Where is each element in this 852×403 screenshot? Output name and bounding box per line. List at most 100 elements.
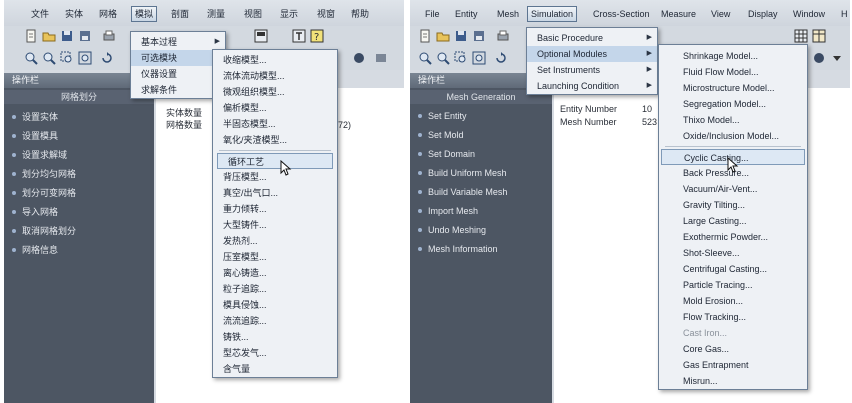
menu-window[interactable]: Window (790, 7, 828, 21)
module-item-gas-entrapment[interactable]: Gas Entrapment (659, 357, 807, 373)
module-item[interactable]: 粒子追踪... (213, 281, 337, 297)
menu-item-launching-condition[interactable]: 求解条件▶ (131, 82, 225, 98)
menu-simulation[interactable]: Simulation (527, 6, 578, 22)
module-item[interactable]: 压室模型... (213, 249, 337, 265)
menu-mesh[interactable]: Mesh (494, 7, 522, 21)
module-item-exothermic-powder[interactable]: Exothermic Powder... (659, 229, 807, 245)
module-item-fluid-flow[interactable]: Fluid Flow Model... (659, 64, 807, 80)
menu-display[interactable]: 显示 (277, 7, 301, 21)
menu-window[interactable]: 视窗 (314, 7, 338, 21)
sidebar-item-import-mesh[interactable]: Import Mesh (410, 203, 560, 219)
module-item-large-casting[interactable]: Large Casting... (659, 213, 807, 229)
menu-item-optional-modules[interactable]: 可选模块▶ (131, 50, 225, 66)
module-item-particle-tracing[interactable]: Particle Tracing... (659, 277, 807, 293)
module-item[interactable]: 流流追踪... (213, 313, 337, 329)
print-icon[interactable] (496, 29, 510, 43)
sidebar-item-uniform-mesh[interactable]: 划分均匀网格 (4, 166, 154, 182)
zoom-out-icon[interactable] (436, 51, 450, 65)
menu-item-basic-procedure[interactable]: Basic Procedure ▶ (527, 30, 657, 46)
sidebar-item-set-mold[interactable]: 设置模具 (4, 128, 154, 144)
open-folder-icon[interactable] (42, 29, 56, 43)
module-item[interactable]: 氧化/夹渣模型... (213, 132, 337, 148)
sidebar-item-variable-mesh[interactable]: 划分可变网格 (4, 185, 154, 201)
module-item-thixo[interactable]: Thixo Model... (659, 112, 807, 128)
zoom-out-icon[interactable] (42, 51, 56, 65)
zoom-in-icon[interactable] (24, 51, 38, 65)
module-item-microstructure[interactable]: Microstructure Model... (659, 80, 807, 96)
module-item[interactable]: 真空/出气口... (213, 185, 337, 201)
module-item[interactable]: 大型铸件... (213, 217, 337, 233)
menu-display[interactable]: Display (745, 7, 781, 21)
sidebar-item-undo-meshing[interactable]: Undo Meshing (410, 222, 560, 238)
module-item-shrinkage[interactable]: Shrinkage Model... (659, 48, 807, 64)
module-item[interactable]: 流体流动模型... (213, 68, 337, 84)
sidebar-item-import-mesh[interactable]: 导入网格 (4, 204, 154, 220)
module-item[interactable]: 微观组织模型... (213, 84, 337, 100)
menu-cross-section[interactable]: Cross-Section (590, 7, 653, 21)
sidebar-item-set-entity[interactable]: 设置实体 (4, 109, 154, 125)
menu-cross-section[interactable]: 剖面 (168, 7, 192, 21)
menu-view[interactable]: 视图 (241, 7, 265, 21)
module-item[interactable]: 收缩模型... (213, 52, 337, 68)
menu-simulation[interactable]: 模拟 (131, 6, 158, 22)
module-item-oxide-inclusion[interactable]: Oxide/Inclusion Model... (659, 128, 807, 144)
module-item[interactable]: 离心铸造... (213, 265, 337, 281)
help-icon[interactable]: ? (310, 29, 324, 43)
sidebar-item-set-domain[interactable]: Set Domain (410, 146, 560, 162)
save-as-icon[interactable] (78, 29, 92, 43)
sidebar-item-variable-mesh[interactable]: Build Variable Mesh (410, 184, 560, 200)
menu-file[interactable]: File (422, 7, 443, 21)
module-item[interactable]: 模具侵蚀... (213, 297, 337, 313)
module-item[interactable]: 型芯发气... (213, 345, 337, 361)
menu-measure[interactable]: 测量 (204, 7, 228, 21)
color-icon[interactable] (352, 51, 366, 65)
menu-measure[interactable]: Measure (658, 7, 699, 21)
menu-item-launching-condition[interactable]: Launching Condition ▶ (527, 78, 657, 94)
save-icon[interactable] (60, 29, 74, 43)
save-icon[interactable] (454, 29, 468, 43)
module-item-vacuum[interactable]: Vacuum/Air-Vent... (659, 181, 807, 197)
module-item-gravity-tilting[interactable]: Gravity Tilting... (659, 197, 807, 213)
menu-help[interactable]: 帮助 (348, 7, 372, 21)
layout-icon[interactable] (254, 29, 268, 43)
zoom-in-icon[interactable] (418, 51, 432, 65)
module-item[interactable]: 背压模型... (213, 169, 337, 185)
open-folder-icon[interactable] (436, 29, 450, 43)
module-item-misrun[interactable]: Misrun... (659, 373, 807, 389)
module-item[interactable]: 重力倾转... (213, 201, 337, 217)
menu-entity[interactable]: 实体 (62, 7, 86, 21)
menu-item-basic-procedure[interactable]: 基本过程 ▶ (131, 34, 225, 50)
module-item-segregation[interactable]: Segregation Model... (659, 96, 807, 112)
sidebar-item-mesh-info[interactable]: Mesh Information (410, 241, 560, 257)
palette-icon[interactable] (374, 51, 388, 65)
module-item-cyclic-casting[interactable]: 循环工艺 (217, 153, 333, 169)
module-item[interactable]: 偏析模型... (213, 100, 337, 116)
grid-icon[interactable] (794, 29, 808, 43)
zoom-fit-icon[interactable] (472, 51, 486, 65)
print-icon[interactable] (102, 29, 116, 43)
menu-item-set-instruments[interactable]: Set Instruments ▶ (527, 62, 657, 78)
module-item[interactable]: 半固态模型... (213, 116, 337, 132)
new-file-icon[interactable] (24, 29, 38, 43)
module-item[interactable]: 铸铁... (213, 329, 337, 345)
sidebar-item-uniform-mesh[interactable]: Build Uniform Mesh (410, 165, 560, 181)
menu-mesh[interactable]: 网格 (96, 7, 120, 21)
save-as-icon[interactable] (472, 29, 486, 43)
zoom-window-icon[interactable] (60, 51, 74, 65)
sidebar-item-mesh-info[interactable]: 网格信息 (4, 242, 154, 258)
zoom-fit-icon[interactable] (78, 51, 92, 65)
module-item[interactable]: 发热剂... (213, 233, 337, 249)
menu-file[interactable]: 文件 (28, 7, 52, 21)
sidebar-item-undo-meshing[interactable]: 取消网格划分 (4, 223, 154, 239)
dropdown-icon[interactable] (830, 51, 844, 65)
module-item-shot-sleeve[interactable]: Shot-Sleeve... (659, 245, 807, 261)
menu-view[interactable]: View (708, 7, 733, 21)
module-item-centrifugal[interactable]: Centrifugal Casting... (659, 261, 807, 277)
rotate-icon[interactable] (100, 51, 114, 65)
menu-entity[interactable]: Entity (452, 7, 481, 21)
color-icon[interactable] (812, 51, 826, 65)
menu-help[interactable]: H (838, 7, 850, 21)
sidebar-item-set-entity[interactable]: Set Entity (410, 108, 560, 124)
module-item-mold-erosion[interactable]: Mold Erosion... (659, 293, 807, 309)
sidebar-item-set-mold[interactable]: Set Mold (410, 127, 560, 143)
